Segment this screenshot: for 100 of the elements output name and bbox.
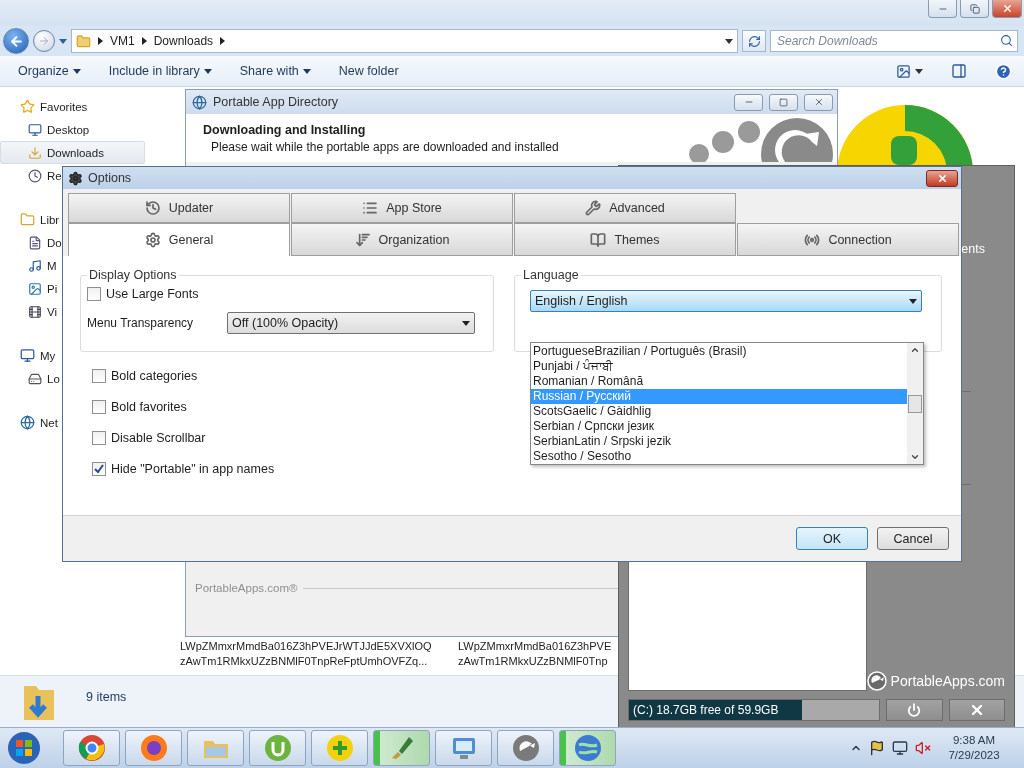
file-name[interactable]: LWpZMmxrMmdBa016Z3hPVEJrWTJJdE5XVXlOQ zAwTm1RMkxUZzBNMlF0TnpReFptUmhOVFZq... [180, 639, 432, 669]
group-label: Language [522, 268, 580, 282]
taskbar-button[interactable] [497, 730, 554, 766]
group-label: Display Options [88, 268, 178, 282]
sidebar-item[interactable]: Re [0, 164, 63, 187]
clock[interactable]: 9:38 AM 7/29/2023 [938, 733, 1010, 763]
dialog-button[interactable]: Cancel [877, 527, 949, 550]
transparency-select[interactable]: Off (100% Opacity) [227, 312, 476, 334]
sidebar-item[interactable]: Do [0, 231, 63, 254]
file-name[interactable]: LWpZMmxrMmdBa016Z3hPVE zAwTm1RMkxUZzBNMlF0Tnp [458, 639, 612, 669]
maximize-button[interactable] [769, 93, 798, 111]
network-icon[interactable] [892, 740, 908, 756]
scroll-up-icon[interactable] [910, 345, 920, 355]
dropdown-option[interactable]: SerbianLatin / Srpski jezik [531, 434, 907, 449]
taskbar-button[interactable] [249, 730, 306, 766]
chevron-icon [98, 37, 103, 45]
sidebar-item[interactable]: Vi [0, 300, 59, 323]
taskbar-button[interactable] [435, 730, 492, 766]
globe-icon [572, 733, 603, 763]
power-button[interactable] [886, 699, 943, 721]
volume-muted-icon[interactable] [915, 740, 931, 756]
tab[interactable]: Advanced [514, 193, 736, 223]
power-icon [907, 703, 922, 717]
sidebar-item[interactable]: Lo [0, 367, 61, 390]
toolbar-button[interactable]: New folder [338, 64, 399, 78]
dropdown-option[interactable]: Punjabi / ਪੰਜਾਬੀ [531, 359, 907, 374]
checkbox-label[interactable]: Disable Scrollbar [92, 430, 494, 446]
torrent-icon [262, 733, 293, 763]
restore-icon [969, 3, 980, 14]
window-title: Portable App Directory [213, 95, 339, 109]
help-icon[interactable] [995, 62, 1012, 80]
sidebar-group[interactable]: Favorites [0, 95, 89, 118]
folder-icon [20, 212, 35, 227]
film-icon [28, 304, 42, 319]
restore-button[interactable] [960, 0, 989, 18]
tab[interactable]: Organization [291, 223, 513, 256]
checkbox-label[interactable]: Hide "Portable" in app names [92, 461, 494, 477]
scroll-down-icon[interactable] [910, 452, 920, 462]
minimize-button[interactable] [928, 0, 957, 18]
caret-icon [915, 68, 923, 74]
taskbar-button[interactable] [373, 730, 430, 766]
minimize-button[interactable] [734, 93, 763, 111]
sidebar-item[interactable]: Downloads [0, 141, 145, 164]
close-button[interactable] [948, 699, 1005, 721]
taskbar-button[interactable] [63, 730, 120, 766]
checkbox[interactable] [92, 431, 106, 445]
tab[interactable]: Connection [737, 223, 959, 256]
dropdown-option[interactable]: Romanian / Română [531, 374, 907, 389]
checkbox-label[interactable]: Use Large Fonts [87, 286, 483, 302]
taskbar-button[interactable] [125, 730, 182, 766]
dropdown-option[interactable]: ScotsGaelic / Gàidhlig [531, 404, 907, 419]
close-button[interactable] [926, 169, 958, 187]
dialog-title: Options [88, 171, 132, 185]
caret-icon [462, 320, 471, 326]
breadcrumb[interactable]: Downloads [153, 34, 214, 48]
view-button[interactable] [896, 63, 923, 79]
picture-icon [28, 281, 42, 296]
dialog-button[interactable]: OK [796, 527, 868, 550]
scrollbar[interactable] [907, 343, 923, 464]
search-field[interactable]: Search Downloads [770, 30, 1018, 52]
sidebar-group[interactable]: Libr [0, 208, 61, 231]
close-button[interactable] [992, 0, 1022, 18]
scroll-thumb[interactable] [908, 395, 922, 413]
chevron-icon [220, 37, 226, 45]
checkbox[interactable] [87, 287, 101, 301]
sidebar-group[interactable]: Net [0, 411, 59, 434]
checkbox-label[interactable]: Bold categories [92, 368, 494, 384]
sidebar-item[interactable]: Desktop [0, 118, 91, 141]
toolbar-button[interactable]: Share with [239, 64, 311, 78]
refresh-button[interactable] [742, 30, 766, 52]
close-icon [936, 172, 948, 184]
dropdown-option[interactable]: Serbian / Српски језик [531, 419, 907, 434]
breadcrumb[interactable]: VM1 [110, 34, 135, 48]
toolbar-button[interactable]: Include in library [108, 64, 212, 78]
checkbox-label[interactable]: Bold favorites [92, 399, 494, 415]
flag-icon[interactable] [869, 740, 885, 756]
sidebar-item[interactable]: M [0, 254, 58, 277]
checkbox[interactable] [92, 400, 106, 414]
toolbar-button[interactable]: Organize [18, 64, 81, 78]
taskbar-button[interactable] [559, 730, 616, 766]
dropdown-option[interactable]: PortugueseBrazilian / Português (Brasil) [531, 344, 907, 359]
address-bar[interactable]: VM1 Downloads [71, 29, 738, 53]
sidebar-item[interactable]: Pi [0, 277, 59, 300]
computer-icon [20, 348, 35, 363]
language-select[interactable]: English / English [530, 290, 922, 312]
search-icon [1000, 34, 1013, 47]
forward-button[interactable] [33, 30, 55, 52]
tab[interactable]: Themes [514, 223, 736, 256]
sidebar-group[interactable]: My [0, 344, 57, 367]
checkbox[interactable] [92, 369, 106, 383]
tab[interactable]: General [68, 223, 290, 256]
checkbox[interactable] [92, 462, 106, 476]
back-button[interactable] [3, 28, 29, 54]
close-icon [1001, 3, 1013, 14]
taskbar-button[interactable] [311, 730, 368, 766]
dropdown-option[interactable]: Sesotho / Sesotho [531, 449, 907, 464]
tab[interactable]: App Store [291, 193, 513, 223]
tab[interactable]: Updater [68, 193, 290, 223]
footer-brand: PortableApps.com® [195, 582, 298, 594]
preview-pane-icon[interactable] [951, 63, 967, 79]
